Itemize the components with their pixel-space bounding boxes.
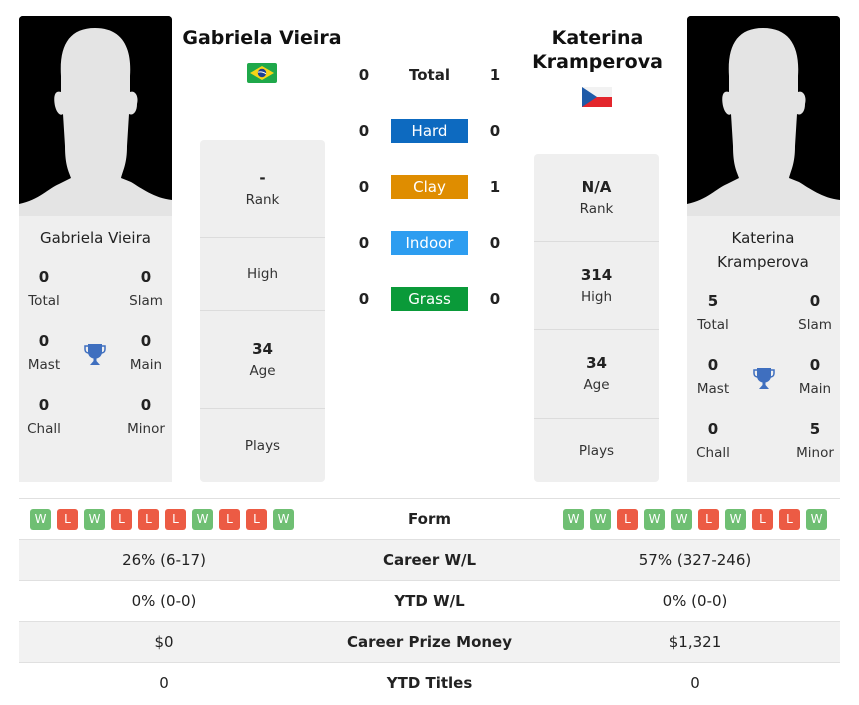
right-value: 57% (327-246) xyxy=(638,551,752,569)
form-win-badge[interactable]: W xyxy=(84,508,105,530)
form-loss-badge[interactable]: L xyxy=(138,508,159,530)
row-label: Career W/L xyxy=(382,551,477,569)
left-value: 0% (0-0) xyxy=(131,592,197,610)
info-plays: Plays xyxy=(244,437,281,454)
trophy-icon xyxy=(82,341,108,367)
titles-total: 0 Total xyxy=(28,268,60,309)
surface-grass-badge[interactable]: Grass xyxy=(391,287,468,311)
form-loss-badge[interactable]: L xyxy=(57,508,78,530)
player-titles-card-right: Katerina Kramperova 5 Total 0 Slam 0 Mas… xyxy=(687,216,840,482)
info-plays: Plays xyxy=(578,442,615,459)
player-info-card-left: - Rank High 34 Age Plays xyxy=(200,140,325,482)
titles-slam: 0 Slam xyxy=(129,268,163,309)
player-photo-left xyxy=(19,16,172,216)
form-loss-badge[interactable]: L xyxy=(219,508,240,530)
player-photo-right xyxy=(687,16,840,216)
player-name-left: Gabriela Vieira xyxy=(40,229,151,247)
info-rank: N/A Rank xyxy=(534,154,659,242)
table-row: 0% (0-0) YTD W/L 0% (0-0) xyxy=(19,580,840,621)
form-loss-badge[interactable]: L xyxy=(246,508,267,530)
h2h-row-total: 0 Total 1 xyxy=(340,63,520,87)
h2h-row-indoor: 0 Indoor 0 xyxy=(340,231,520,255)
right-value: 0% (0-0) xyxy=(662,592,728,610)
titles-total: 5 Total xyxy=(697,292,729,333)
form-win-badge[interactable]: W xyxy=(273,508,294,530)
titles-chall: 0 Chall xyxy=(696,420,730,461)
form-loss-badge[interactable]: L xyxy=(111,508,132,530)
form-win-badge[interactable]: W xyxy=(30,508,51,530)
titles-minor: 0 Minor xyxy=(127,396,165,437)
player-name-right: Katerina Kramperova xyxy=(717,229,809,271)
surface-indoor-badge[interactable]: Indoor xyxy=(391,231,468,255)
form-win-badge[interactable]: W xyxy=(806,508,827,530)
table-row: $0 Career Prize Money $1,321 xyxy=(19,621,840,662)
info-age: 34 Age xyxy=(200,311,325,409)
titles-mast: 0 Mast xyxy=(27,332,61,373)
czech-flag-icon xyxy=(582,87,612,107)
form-badges-right: WWLWWLWLLW xyxy=(563,508,827,530)
silhouette-icon xyxy=(19,16,172,216)
form-badges-left: WLWLLLWLLW xyxy=(30,508,294,530)
info-rank: - Rank xyxy=(200,140,325,238)
h2h-row-clay: 0 Clay 1 xyxy=(340,175,520,199)
titles-minor: 5 Minor xyxy=(796,420,834,461)
form-row: WLWLLLWLLW Form WWLWWLWLLW xyxy=(19,498,840,539)
left-value: 0 xyxy=(159,674,169,692)
row-label: YTD Titles xyxy=(386,674,473,692)
right-value: 0 xyxy=(690,674,700,692)
titles-chall: 0 Chall xyxy=(27,396,61,437)
right-value: $1,321 xyxy=(668,633,722,651)
form-win-badge[interactable]: W xyxy=(671,508,692,530)
comparison-table: WLWLLLWLLW Form WWLWWLWLLW 26% (6-17) Ca… xyxy=(19,498,840,703)
silhouette-icon xyxy=(687,16,840,216)
titles-slam: 0 Slam xyxy=(798,292,832,333)
table-row: 0 YTD Titles 0 xyxy=(19,662,840,703)
form-loss-badge[interactable]: L xyxy=(779,508,800,530)
surface-hard-badge[interactable]: Hard xyxy=(391,119,468,143)
info-high: 314 High xyxy=(534,242,659,330)
form-win-badge[interactable]: W xyxy=(192,508,213,530)
info-age: 34 Age xyxy=(534,330,659,419)
form-loss-badge[interactable]: L xyxy=(698,508,719,530)
row-label: Form xyxy=(408,510,451,528)
titles-main: 0 Main xyxy=(798,356,832,397)
player-info-card-right: N/A Rank 314 High 34 Age Plays xyxy=(534,154,659,482)
player-heading-right[interactable]: Katerina Kramperova xyxy=(510,26,685,74)
titles-main: 0 Main xyxy=(129,332,163,373)
row-label: YTD W/L xyxy=(394,592,465,610)
form-win-badge[interactable]: W xyxy=(590,508,611,530)
brazil-flag-icon xyxy=(247,63,277,83)
row-label: Career Prize Money xyxy=(346,633,512,651)
left-value: $0 xyxy=(154,633,174,651)
titles-mast: 0 Mast xyxy=(696,356,730,397)
left-value: 26% (6-17) xyxy=(122,551,206,569)
table-row: 26% (6-17) Career W/L 57% (327-246) xyxy=(19,539,840,580)
form-loss-badge[interactable]: L xyxy=(752,508,773,530)
form-loss-badge[interactable]: L xyxy=(165,508,186,530)
surface-total-label: Total xyxy=(409,66,450,84)
trophy-icon xyxy=(751,365,777,391)
player-heading-left[interactable]: Gabriela Vieira xyxy=(172,26,352,50)
h2h-row-hard: 0 Hard 0 xyxy=(340,119,520,143)
form-win-badge[interactable]: W xyxy=(725,508,746,530)
form-win-badge[interactable]: W xyxy=(644,508,665,530)
form-win-badge[interactable]: W xyxy=(563,508,584,530)
player-titles-card-left: Gabriela Vieira 0 Total 0 Slam 0 Mast 0 … xyxy=(19,216,172,482)
info-high: High xyxy=(200,238,325,311)
surface-clay-badge[interactable]: Clay xyxy=(391,175,468,199)
h2h-row-grass: 0 Grass 0 xyxy=(340,287,520,311)
form-loss-badge[interactable]: L xyxy=(617,508,638,530)
